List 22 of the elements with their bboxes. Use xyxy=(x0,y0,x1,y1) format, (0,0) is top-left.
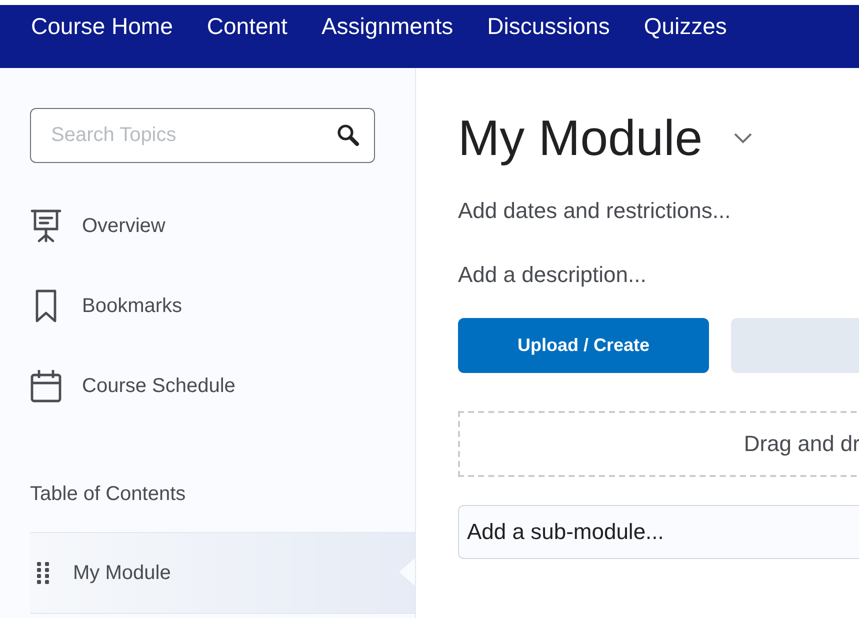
sidebar-link[interactable]: Bookmarks xyxy=(82,294,182,318)
nav-link[interactable]: Course Home xyxy=(31,13,173,40)
toc-heading: Table of Contents xyxy=(30,483,187,506)
module-title: My Module xyxy=(458,109,703,167)
nav-link[interactable]: Content xyxy=(206,13,288,40)
calendar-icon xyxy=(30,369,62,403)
search-icon[interactable] xyxy=(336,123,360,147)
sidebar-link[interactable]: Course Schedule xyxy=(82,374,236,398)
presentation-board-icon xyxy=(30,209,62,243)
add-dates-link[interactable]: Add dates and restrictions... xyxy=(458,198,859,224)
upload-create-button[interactable]: Upload / Create xyxy=(458,318,709,373)
add-description-link[interactable]: Add a description... xyxy=(458,262,859,288)
chevron-down-icon[interactable] xyxy=(732,132,753,144)
search-field[interactable]: Search Topics xyxy=(30,108,375,163)
module-label: My Module xyxy=(73,562,171,584)
drag-handle-icon[interactable] xyxy=(37,562,49,584)
nav-link[interactable]: Discussions xyxy=(487,13,610,40)
module-item[interactable]: My Module xyxy=(30,532,415,614)
submodule-field[interactable]: Add a sub-module... xyxy=(458,505,859,559)
nav-link[interactable]: Quizzes xyxy=(644,13,727,40)
nav-link[interactable]: Assignments xyxy=(321,13,454,40)
sidebar-link[interactable]: Overview xyxy=(82,214,166,238)
